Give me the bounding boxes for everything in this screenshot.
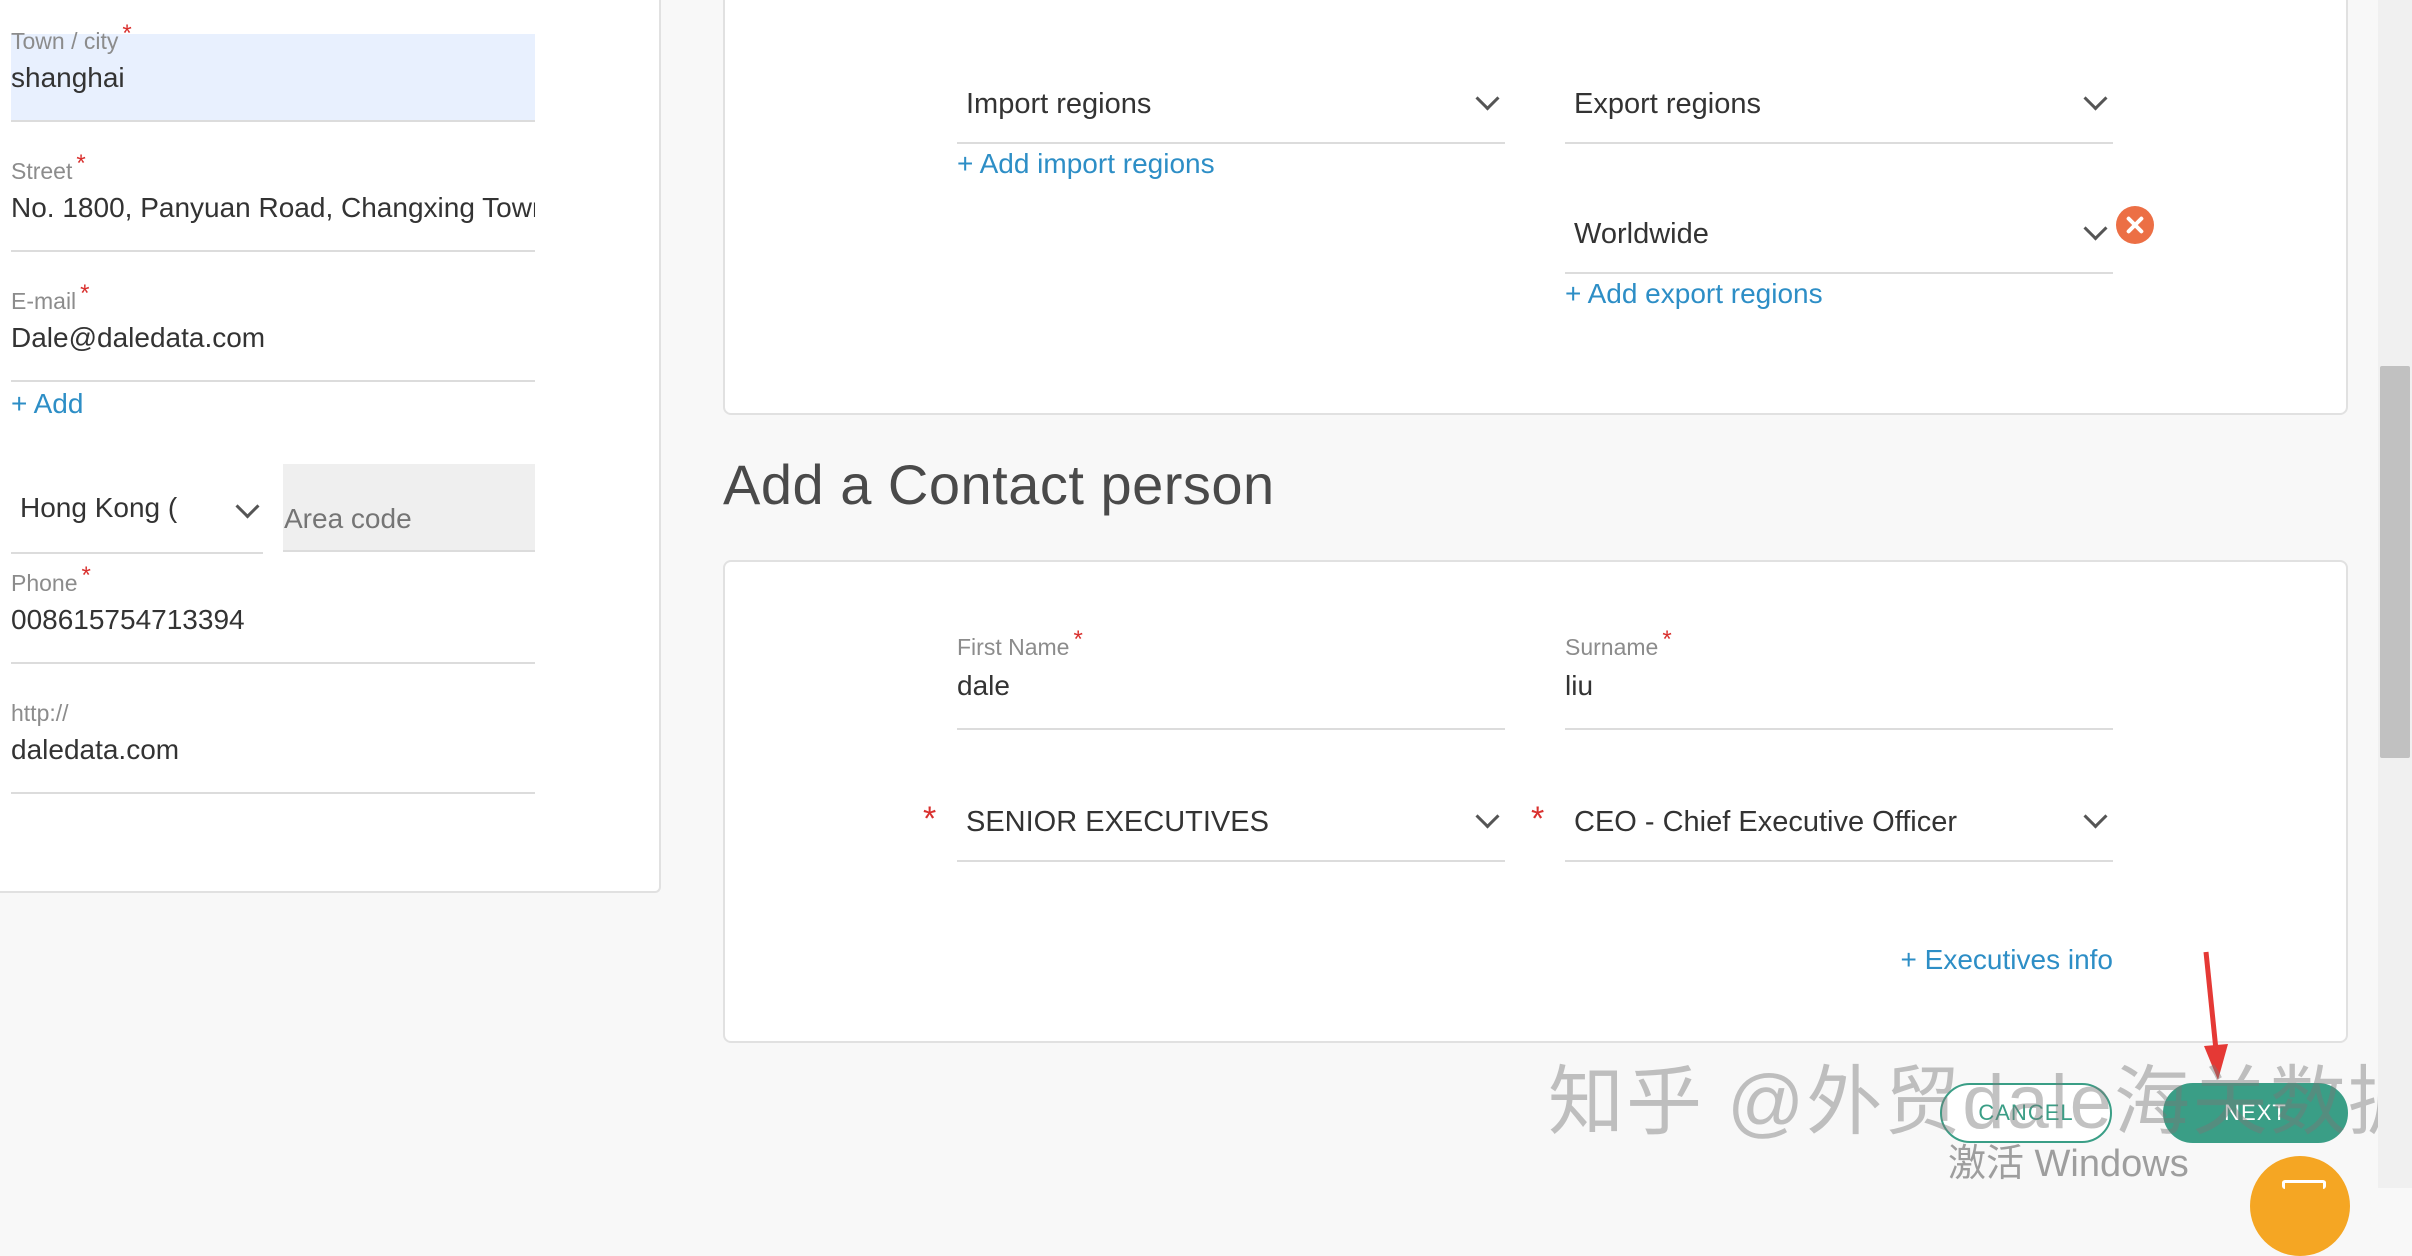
phone-value: 008615754713394 <box>11 604 245 635</box>
chevron-down-icon <box>1475 86 1500 111</box>
department-value: SENIOR EXECUTIVES <box>966 806 1269 838</box>
area-code-input[interactable] <box>283 464 535 552</box>
surname-field[interactable]: Surname * liu <box>1565 626 2113 730</box>
street-field[interactable]: Street * No. 1800, Panyuan Road, Changxin… <box>11 150 535 252</box>
add-email-link[interactable]: + Add <box>11 388 83 420</box>
close-circle-icon[interactable] <box>2116 206 2154 244</box>
executives-info-link[interactable]: + Executives info <box>1901 944 2113 976</box>
first-name-field[interactable]: First Name * dale <box>957 626 1505 730</box>
phone-label: Phone <box>11 570 78 596</box>
town-city-label: Town / city <box>11 28 119 54</box>
section-title: Add a Contact person <box>723 453 1275 516</box>
email-label: E-mail <box>11 288 77 314</box>
town-city-value: shanghai <box>11 62 125 93</box>
email-field[interactable]: E-mail * Dale@daledata.com <box>11 280 535 382</box>
activate-windows-text: 激活 Windows <box>1948 1143 2189 1185</box>
chevron-down-icon <box>2083 216 2108 241</box>
surname-label: Surname <box>1565 634 1659 660</box>
chevron-down-icon <box>235 494 260 519</box>
chevron-down-icon <box>1475 804 1500 829</box>
export-regions-select[interactable]: Export regions <box>1565 60 2113 144</box>
position-value: CEO - Chief Executive Officer <box>1574 806 1958 838</box>
country-code-select[interactable]: Hong Kong ( <box>11 464 263 554</box>
street-value: No. 1800, Panyuan Road, Changxing Town <box>11 192 535 223</box>
phone-field[interactable]: Phone * 008615754713394 <box>11 562 535 664</box>
add-import-regions-link[interactable]: + Add import regions <box>957 148 1215 180</box>
required-marker: * <box>1662 626 1672 653</box>
export-region-worldwide-select[interactable]: Worldwide <box>1565 190 2113 274</box>
export-regions-label: Export regions <box>1574 88 1761 120</box>
surname-value: liu <box>1565 670 1594 701</box>
first-name-value: dale <box>957 670 1010 701</box>
export-region-value: Worldwide <box>1574 218 1709 250</box>
chevron-down-icon <box>2083 86 2108 111</box>
required-marker: * <box>1531 800 1545 838</box>
import-regions-select[interactable]: Import regions <box>957 60 1505 144</box>
website-value: daledata.com <box>11 734 180 765</box>
town-city-field[interactable]: Town / city * shanghai <box>11 20 535 122</box>
first-name-label: First Name <box>957 634 1070 660</box>
website-field[interactable]: http:// daledata.com <box>11 700 535 794</box>
required-marker: * <box>1073 626 1083 653</box>
add-export-regions-link[interactable]: + Add export regions <box>1565 278 1823 310</box>
website-label: http:// <box>11 700 69 726</box>
required-marker: * <box>76 150 86 177</box>
chevron-down-icon <box>2083 804 2108 829</box>
country-code-value: Hong Kong ( <box>20 492 178 523</box>
chat-icon[interactable] <box>2250 1156 2350 1256</box>
department-select[interactable]: SENIOR EXECUTIVES <box>957 778 1505 862</box>
required-marker: * <box>80 280 90 307</box>
position-select[interactable]: CEO - Chief Executive Officer <box>1565 778 2113 862</box>
import-regions-label: Import regions <box>966 88 1152 120</box>
required-marker: * <box>81 562 91 589</box>
scrollbar-thumb[interactable] <box>2380 366 2410 758</box>
required-marker: * <box>122 20 132 47</box>
street-label: Street <box>11 158 73 184</box>
required-marker: * <box>923 800 937 838</box>
email-value: Dale@daledata.com <box>11 322 266 353</box>
